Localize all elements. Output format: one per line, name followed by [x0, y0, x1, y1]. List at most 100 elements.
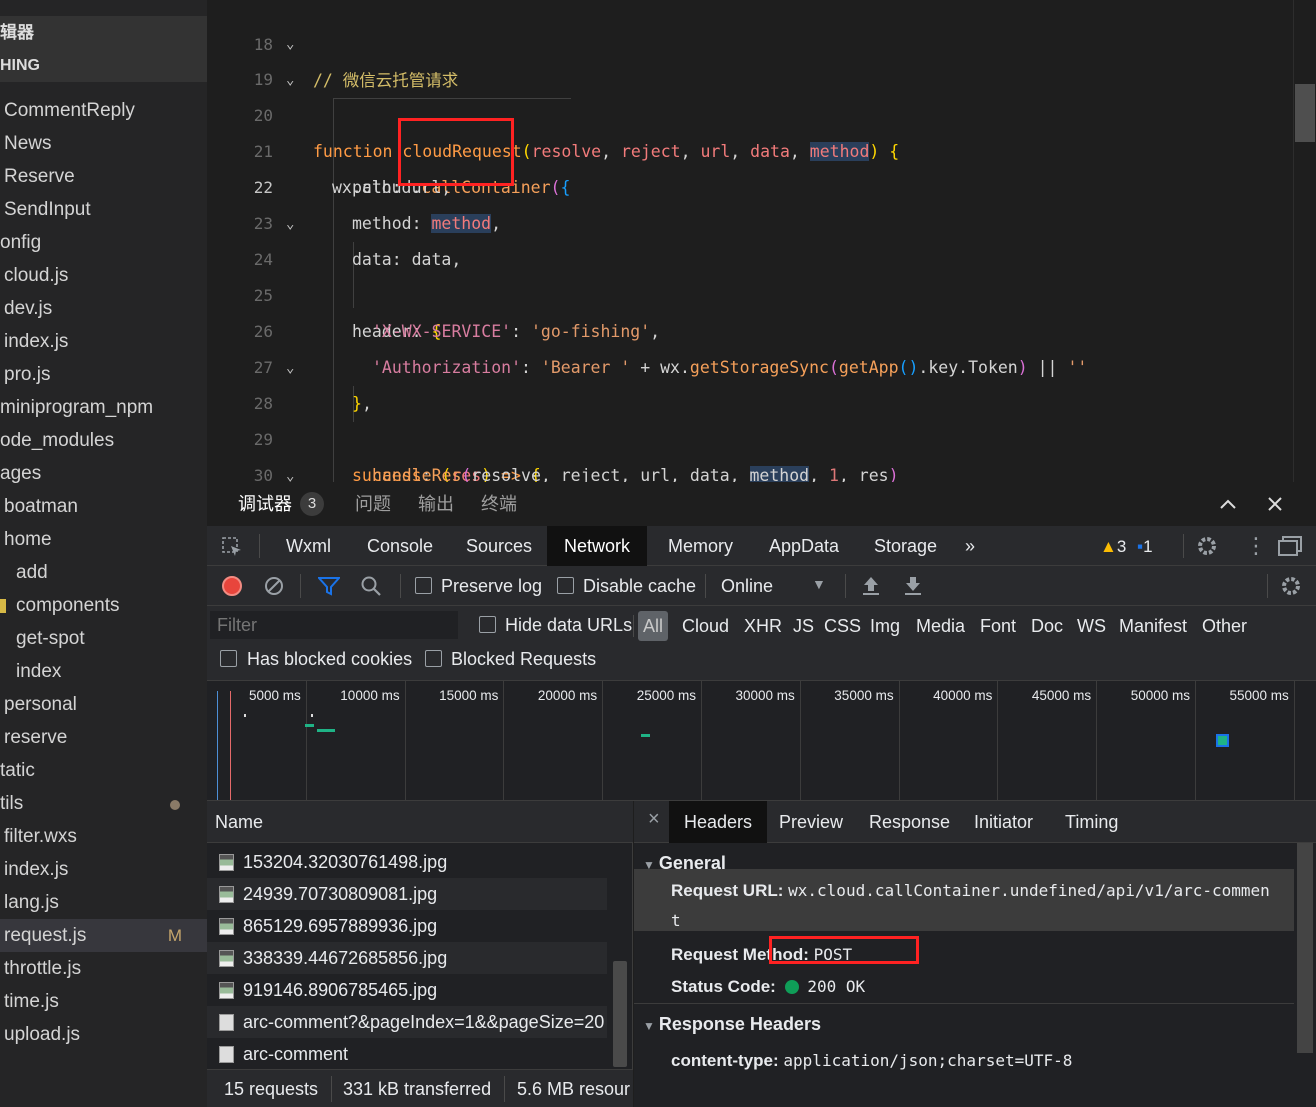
blocked-requests-checkbox[interactable] — [425, 650, 442, 667]
download-icon[interactable] — [903, 575, 923, 602]
request-row[interactable]: arc-comment?&pageIndex=1&&pageSize=20 — [207, 1006, 607, 1038]
kebab-menu-icon[interactable]: ⋮ — [1245, 534, 1267, 558]
undock-icon[interactable] — [1277, 535, 1303, 562]
project-title[interactable]: HING — [0, 49, 207, 82]
disable-cache-label[interactable]: Disable cache — [583, 566, 696, 606]
details-tab-preview[interactable]: Preview — [779, 801, 843, 843]
type-filter-ws[interactable]: WS — [1077, 611, 1106, 641]
request-row[interactable]: 24939.70730809081.jpg — [207, 878, 607, 910]
file-tree-item[interactable]: Reserve — [0, 160, 207, 193]
file-tree-item[interactable]: personal — [0, 688, 207, 721]
throttling-select[interactable]: Online — [721, 566, 773, 606]
fold-chevron-icon[interactable]: ⌄ — [286, 458, 294, 482]
details-tab-timing[interactable]: Timing — [1065, 801, 1118, 843]
file-tree-item[interactable]: filter.wxs — [0, 820, 207, 853]
devtools-tab-appdata[interactable]: AppData — [769, 526, 839, 566]
code-line-30[interactable]: 30 }, — [207, 422, 1292, 482]
tab-output[interactable]: 输出 — [418, 482, 454, 526]
code-line-23[interactable]: 23 data: data, — [207, 170, 1292, 269]
has-blocked-cookies-checkbox[interactable] — [220, 650, 237, 667]
inspect-element-icon[interactable] — [221, 536, 243, 563]
details-tab-headers[interactable]: Headers — [669, 801, 768, 843]
request-row[interactable]: 919146.8906785465.jpg — [207, 974, 607, 1006]
type-filter-xhr[interactable]: XHR — [744, 611, 782, 641]
tab-debugger[interactable]: 调试器 — [238, 482, 292, 526]
type-filter-font[interactable]: Font — [980, 611, 1016, 641]
file-tree-item[interactable]: index — [0, 655, 207, 688]
file-tree-item[interactable]: home — [0, 523, 207, 556]
preserve-log-label[interactable]: Preserve log — [441, 566, 542, 606]
devtools-tab-wxml[interactable]: Wxml — [286, 526, 331, 566]
code-line-29[interactable]: 29 handleRes(resolve, reject, url, data,… — [207, 386, 1292, 482]
response-headers-section-toggle[interactable]: ▼ Response Headers — [643, 1014, 821, 1035]
filter-input[interactable] — [210, 611, 458, 639]
file-tree-item[interactable]: miniprogram_npm — [0, 391, 207, 424]
file-tree-item[interactable]: add — [0, 556, 207, 589]
file-tree-item[interactable]: request.js M — [0, 919, 207, 952]
fold-chevron-icon[interactable]: ⌄ — [286, 350, 294, 386]
request-url-value-cont[interactable]: t — [671, 911, 681, 930]
file-tree-item[interactable]: News — [0, 127, 207, 160]
network-settings-gear-icon[interactable] — [1279, 574, 1303, 603]
request-url-value[interactable]: wx.cloud.callContainer.undefined/api/v1/… — [788, 881, 1270, 900]
details-tab-initiator[interactable]: Initiator — [974, 801, 1033, 843]
details-tab-response[interactable]: Response — [869, 801, 950, 843]
fold-chevron-icon[interactable]: ⌄ — [286, 62, 294, 98]
content-type-value[interactable]: application/json;charset=UTF-8 — [783, 1051, 1072, 1070]
network-timeline-overview[interactable]: 5000 ms 10000 ms 15000 ms 20000 ms 25000 ms 3… — [207, 681, 1316, 801]
file-tree-item[interactable]: index.js — [0, 853, 207, 886]
scrollbar-thumb[interactable] — [1297, 843, 1313, 1053]
file-tree-item[interactable]: time.js — [0, 985, 207, 1018]
chevron-down-icon[interactable]: ▼ — [812, 576, 826, 592]
clear-icon[interactable] — [264, 576, 284, 601]
fold-chevron-icon[interactable]: ⌄ — [286, 206, 294, 242]
request-row[interactable]: 153204.32030761498.jpg — [207, 846, 607, 878]
code-line-21[interactable]: 21 path: url, — [207, 98, 1292, 197]
filter-funnel-icon[interactable] — [316, 576, 342, 601]
code-line-26[interactable]: 26 'Authorization': 'Bearer ' + wx.getSt… — [207, 278, 1292, 377]
file-tree-item[interactable]: CommentReply — [0, 94, 207, 127]
code-line-18[interactable]: 18 // 微信云托管请求 — [207, 0, 1292, 90]
file-tree-item[interactable]: ages — [0, 457, 207, 490]
chevron-up-icon[interactable] — [1218, 494, 1238, 520]
code-editor[interactable]: 18 // 微信云托管请求 19 ⌄ function cloudRequest… — [207, 0, 1316, 482]
type-filter-media[interactable]: Media — [916, 611, 965, 641]
devtools-tab-console[interactable]: Console — [367, 526, 433, 566]
file-tree-item[interactable]: boatman — [0, 490, 207, 523]
more-tabs-icon[interactable]: » — [965, 526, 975, 566]
file-tree-item[interactable]: index.js — [0, 325, 207, 358]
tab-terminal[interactable]: 终端 — [481, 482, 517, 526]
fold-chevron-icon[interactable]: ⌄ — [286, 26, 294, 62]
hide-data-urls-checkbox[interactable] — [479, 616, 496, 633]
settings-gear-icon[interactable] — [1195, 534, 1219, 563]
devtools-tab-sources[interactable]: Sources — [466, 526, 532, 566]
details-scrollbar[interactable] — [1294, 843, 1316, 1107]
blocked-requests-label[interactable]: Blocked Requests — [451, 644, 596, 674]
type-filter-img[interactable]: Img — [870, 611, 900, 641]
file-tree-item[interactable]: onfig — [0, 226, 207, 259]
type-filter-css[interactable]: CSS — [824, 611, 861, 641]
type-filter-js[interactable]: JS — [793, 611, 814, 641]
devtools-tab-storage[interactable]: Storage — [874, 526, 937, 566]
request-row[interactable]: arc-comment — [207, 1038, 607, 1070]
request-list-scrollbar[interactable] — [609, 843, 631, 1069]
file-tree-item[interactable]: tatic — [0, 754, 207, 787]
type-filter-all[interactable]: All — [638, 611, 669, 641]
file-tree-item[interactable]: pro.js — [0, 358, 207, 391]
upload-icon[interactable] — [861, 575, 881, 602]
scrollbar-thumb[interactable] — [1295, 84, 1315, 142]
preserve-log-checkbox[interactable] — [415, 577, 432, 594]
name-column-header[interactable]: Name — [207, 801, 633, 843]
type-filter-other[interactable]: Other — [1202, 611, 1247, 641]
scrollbar-thumb[interactable] — [613, 961, 627, 1067]
file-tree-item[interactable]: ode_modules — [0, 424, 207, 457]
type-filter-cloud[interactable]: Cloud — [682, 611, 729, 641]
close-icon[interactable] — [1265, 494, 1285, 520]
request-row[interactable]: 338339.44672685856.jpg — [207, 942, 607, 974]
type-filter-doc[interactable]: Doc — [1031, 611, 1063, 641]
has-blocked-cookies-label[interactable]: Has blocked cookies — [247, 644, 412, 674]
code-line-28[interactable]: 28 ⌄ success: (res) => { — [207, 350, 1292, 482]
tab-issues[interactable]: 问题 — [355, 482, 391, 526]
devtools-tab-network[interactable]: Network — [547, 526, 648, 566]
disable-cache-checkbox[interactable] — [557, 577, 574, 594]
